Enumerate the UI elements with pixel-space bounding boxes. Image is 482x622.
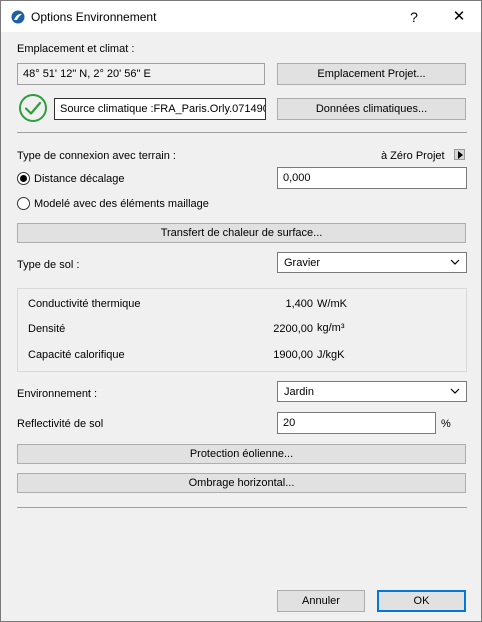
environment-label: Environnement :	[17, 388, 98, 400]
reflectivity-input[interactable]: 20	[277, 412, 436, 434]
property-value: 1900,00	[273, 349, 313, 361]
cancel-button[interactable]: Annuler	[277, 590, 365, 612]
property-unit: J/kgK	[317, 349, 345, 361]
offset-distance-label: Distance décalage	[34, 173, 125, 185]
horizontal-shading-button[interactable]: Ombrage horizontal...	[17, 473, 466, 493]
property-label: Conductivité thermique	[28, 298, 141, 310]
environment-select[interactable]: Jardin	[277, 381, 467, 402]
property-unit: kg/m³	[317, 322, 345, 334]
property-value: 2200,00	[273, 323, 313, 335]
soil-properties-panel: Conductivité thermique 1,400 W/mK Densit…	[17, 288, 467, 372]
separator	[17, 507, 467, 508]
offset-distance-input[interactable]: 0,000	[277, 167, 467, 189]
climate-data-button[interactable]: Données climatiques...	[277, 98, 466, 120]
ground-connection-label: Type de connexion avec terrain :	[17, 150, 176, 162]
surface-heat-transfer-button[interactable]: Transfert de chaleur de surface...	[17, 223, 466, 243]
location-section-label: Emplacement et climat :	[17, 43, 135, 55]
property-label: Capacité calorifique	[28, 349, 125, 361]
property-unit: W/mK	[317, 298, 347, 310]
environment-value: Jardin	[284, 385, 314, 398]
radio-mesh-elements[interactable]	[17, 197, 30, 210]
triangle-right-icon	[458, 151, 463, 159]
reflectivity-label: Reflectivité de sol	[17, 418, 104, 430]
reference-popup-button[interactable]	[454, 149, 465, 160]
soil-type-select[interactable]: Gravier	[277, 252, 467, 273]
soil-type-value: Gravier	[284, 256, 321, 269]
chevron-down-icon	[450, 388, 460, 394]
property-value: 1,400	[285, 298, 313, 310]
check-circle-icon	[19, 94, 47, 122]
ok-button[interactable]: OK	[377, 590, 466, 612]
climate-source-field: Source climatique :FRA_Paris.Orly.071490	[54, 98, 266, 120]
mesh-elements-label: Modelé avec des éléments maillage	[34, 198, 209, 210]
options-environment-dialog: Options Environnement ? ✕ Emplacement et…	[0, 0, 482, 622]
property-label: Densité	[28, 323, 66, 335]
wind-protection-button[interactable]: Protection éolienne...	[17, 444, 466, 464]
window-title: Options Environnement	[31, 10, 157, 24]
radio-offset-distance[interactable]	[17, 172, 30, 185]
coordinates-field: 48° 51' 12" N, 2° 20' 56" E	[17, 63, 265, 85]
app-icon	[11, 10, 25, 24]
help-button[interactable]: ?	[405, 7, 423, 27]
soil-type-label: Type de sol :	[17, 259, 80, 271]
project-location-button[interactable]: Emplacement Projet...	[277, 63, 466, 85]
close-button[interactable]: ✕	[449, 7, 469, 27]
separator	[17, 132, 467, 133]
ground-reference-label: à Zéro Projet	[381, 150, 445, 162]
reflectivity-unit: %	[441, 418, 451, 430]
chevron-down-icon	[450, 259, 460, 265]
title-bar: Options Environnement ? ✕	[1, 1, 481, 32]
